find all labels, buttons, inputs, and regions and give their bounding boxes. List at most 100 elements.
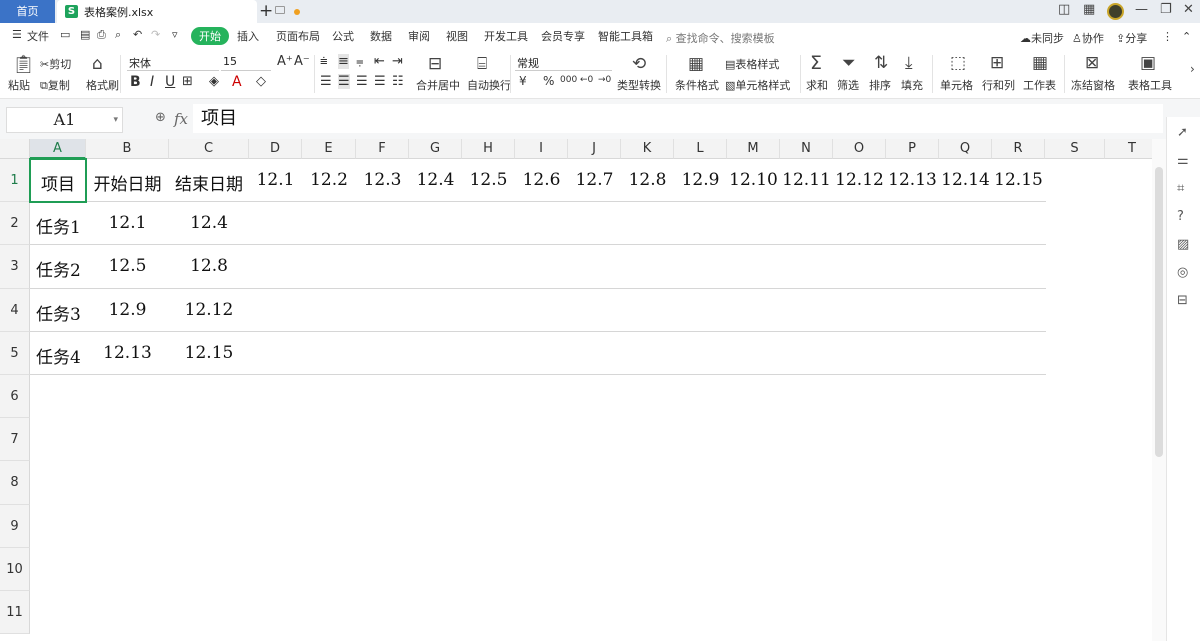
collab-button[interactable]: ♙协作 bbox=[1072, 30, 1104, 46]
cell-c3[interactable]: 12.8 bbox=[169, 256, 249, 276]
row-col-button[interactable]: 行和列 bbox=[982, 77, 1015, 93]
sync-button[interactable]: ☁未同步 bbox=[1020, 30, 1064, 46]
home-tab[interactable]: 首页 bbox=[0, 0, 55, 23]
preview-icon[interactable]: ⌕ bbox=[115, 28, 121, 42]
cell-b2[interactable]: 12.1 bbox=[86, 213, 169, 233]
filter-icon[interactable]: ⏷ bbox=[842, 53, 856, 73]
column-header-e[interactable]: E bbox=[302, 139, 356, 159]
currency-icon[interactable]: ¥ bbox=[519, 74, 527, 88]
row-header-6[interactable]: 6 bbox=[0, 375, 30, 419]
file-tab[interactable]: S 表格案例.xlsx bbox=[57, 0, 300, 23]
minimize-icon[interactable]: — bbox=[1135, 2, 1148, 17]
row-header-9[interactable]: 9 bbox=[0, 504, 30, 548]
table-style-button[interactable]: ▤表格样式 bbox=[725, 56, 779, 72]
align-middle-icon[interactable]: ≡ bbox=[338, 54, 349, 69]
cell-a5[interactable]: 任务4 bbox=[30, 343, 86, 368]
redo-icon[interactable]: ↷ bbox=[151, 28, 160, 41]
cell-a3[interactable]: 任务2 bbox=[30, 256, 86, 281]
monitor-icon[interactable] bbox=[275, 6, 285, 14]
cell-g1[interactable]: 12.4 bbox=[409, 170, 462, 190]
paste-button[interactable]: 粘贴 bbox=[8, 77, 30, 93]
merge-center-button[interactable]: 合并居中 bbox=[416, 77, 460, 93]
location-icon[interactable]: ◎ bbox=[1177, 265, 1188, 280]
tab-smart-toolbox[interactable]: 智能工具箱 bbox=[598, 28, 653, 44]
cell-f1[interactable]: 12.3 bbox=[356, 170, 409, 190]
indent-icon[interactable]: ⇥ bbox=[392, 54, 403, 69]
help-icon[interactable]: ? bbox=[1177, 209, 1184, 224]
filter-button[interactable]: 筛选 bbox=[837, 77, 859, 93]
row-header-7[interactable]: 7 bbox=[0, 418, 30, 462]
border-icon[interactable]: ⊞ bbox=[182, 74, 193, 89]
justify-icon[interactable]: ☰ bbox=[374, 74, 386, 89]
row-header-2[interactable]: 2 bbox=[0, 202, 30, 246]
quick-access-dropdown-icon[interactable]: ▿ bbox=[172, 28, 178, 41]
column-header-r[interactable]: R bbox=[992, 139, 1045, 159]
share-button[interactable]: ⇪分享 bbox=[1116, 30, 1147, 46]
font-color-icon[interactable]: A bbox=[232, 74, 242, 90]
name-box[interactable]: A1 ▾ bbox=[6, 107, 123, 133]
fill-icon[interactable]: ⤓ bbox=[905, 53, 913, 73]
cell-button[interactable]: 单元格 bbox=[940, 77, 973, 93]
column-header-q[interactable]: Q bbox=[939, 139, 992, 159]
tab-review[interactable]: 审阅 bbox=[408, 28, 430, 44]
cell-q1[interactable]: 12.14 bbox=[939, 170, 992, 190]
row-header-8[interactable]: 8 bbox=[0, 461, 30, 505]
format-painter-button[interactable]: 格式刷 bbox=[86, 77, 119, 93]
new-tab-button[interactable]: + bbox=[259, 0, 273, 23]
vertical-scrollbar[interactable] bbox=[1152, 139, 1166, 641]
column-header-l[interactable]: L bbox=[674, 139, 727, 159]
tab-home[interactable]: 开始 bbox=[191, 27, 229, 45]
decrease-decimal-icon[interactable]: →0 bbox=[598, 75, 611, 85]
spreadsheet-grid[interactable]: ABCDEFGHIJKLMNOPQRST 1 2 3 4 5 6 7 8 9 10 11 项目 开始日… bbox=[0, 139, 1152, 641]
cell-h1[interactable]: 12.5 bbox=[462, 170, 515, 190]
cell-p1[interactable]: 12.13 bbox=[886, 170, 939, 190]
increase-decimal-icon[interactable]: ←0 bbox=[580, 75, 593, 85]
cell-l1[interactable]: 12.9 bbox=[674, 170, 727, 190]
thousands-icon[interactable]: 000 bbox=[560, 75, 577, 85]
paste-icon[interactable]: 📋︎ bbox=[12, 54, 35, 75]
row-col-icon[interactable]: ⊞ bbox=[990, 53, 1004, 73]
cell-c1[interactable]: 结束日期 bbox=[169, 170, 249, 195]
worksheet-icon[interactable]: ▦ bbox=[1032, 53, 1048, 73]
column-header-t[interactable]: T bbox=[1105, 139, 1152, 159]
increase-font-icon[interactable]: A⁺ bbox=[277, 54, 293, 69]
sort-button[interactable]: 排序 bbox=[869, 77, 891, 93]
cell-style-button[interactable]: ▧单元格样式 bbox=[725, 77, 790, 93]
menu-icon[interactable]: ☰ bbox=[12, 28, 22, 41]
tab-data[interactable]: 数据 bbox=[370, 28, 392, 44]
merge-icon[interactable]: ⊟ bbox=[428, 54, 442, 74]
zoom-icon[interactable]: ⊕ bbox=[155, 110, 166, 125]
align-center-icon[interactable]: ☰ bbox=[338, 74, 350, 89]
number-format-select[interactable]: 常规 bbox=[515, 55, 612, 71]
row-header-3[interactable]: 3 bbox=[0, 245, 30, 289]
cell-c5[interactable]: 12.15 bbox=[169, 343, 249, 363]
tab-formulas[interactable]: 公式 bbox=[332, 28, 354, 44]
column-header-i[interactable]: I bbox=[515, 139, 568, 159]
tab-insert[interactable]: 插入 bbox=[237, 28, 259, 44]
align-bottom-icon[interactable]: ⩦ bbox=[356, 54, 364, 69]
avatar[interactable] bbox=[1107, 3, 1124, 20]
column-header-n[interactable]: N bbox=[780, 139, 833, 159]
grid-apps-icon[interactable]: ▦ bbox=[1083, 2, 1095, 17]
row-header-4[interactable]: 4 bbox=[0, 288, 30, 332]
row-header-11[interactable]: 11 bbox=[0, 591, 30, 635]
wrap-icon[interactable]: ⌸ bbox=[477, 54, 487, 74]
image-icon[interactable]: ▨ bbox=[1177, 237, 1189, 252]
cell-b4[interactable]: 12.9 bbox=[86, 300, 169, 320]
font-size-select[interactable]: 15 bbox=[221, 55, 271, 71]
tab-file[interactable]: 文件 bbox=[27, 28, 49, 44]
column-header-g[interactable]: G bbox=[409, 139, 462, 159]
column-header-m[interactable]: M bbox=[727, 139, 780, 159]
conditional-format-icon[interactable]: ▦ bbox=[688, 54, 704, 74]
tab-member[interactable]: 会员专享 bbox=[541, 28, 585, 44]
cell-r1[interactable]: 12.15 bbox=[992, 170, 1045, 190]
cell-a2[interactable]: 任务1 bbox=[30, 213, 86, 238]
bold-icon[interactable]: B bbox=[130, 74, 141, 90]
column-header-h[interactable]: H bbox=[462, 139, 515, 159]
distributed-icon[interactable]: ☷ bbox=[392, 74, 404, 89]
cell-j1[interactable]: 12.7 bbox=[568, 170, 621, 190]
percent-icon[interactable]: % bbox=[543, 74, 554, 88]
fill-button[interactable]: 填充 bbox=[901, 77, 923, 93]
cell-m1[interactable]: 12.10 bbox=[727, 170, 780, 190]
export-icon[interactable]: ▤ bbox=[80, 28, 90, 41]
